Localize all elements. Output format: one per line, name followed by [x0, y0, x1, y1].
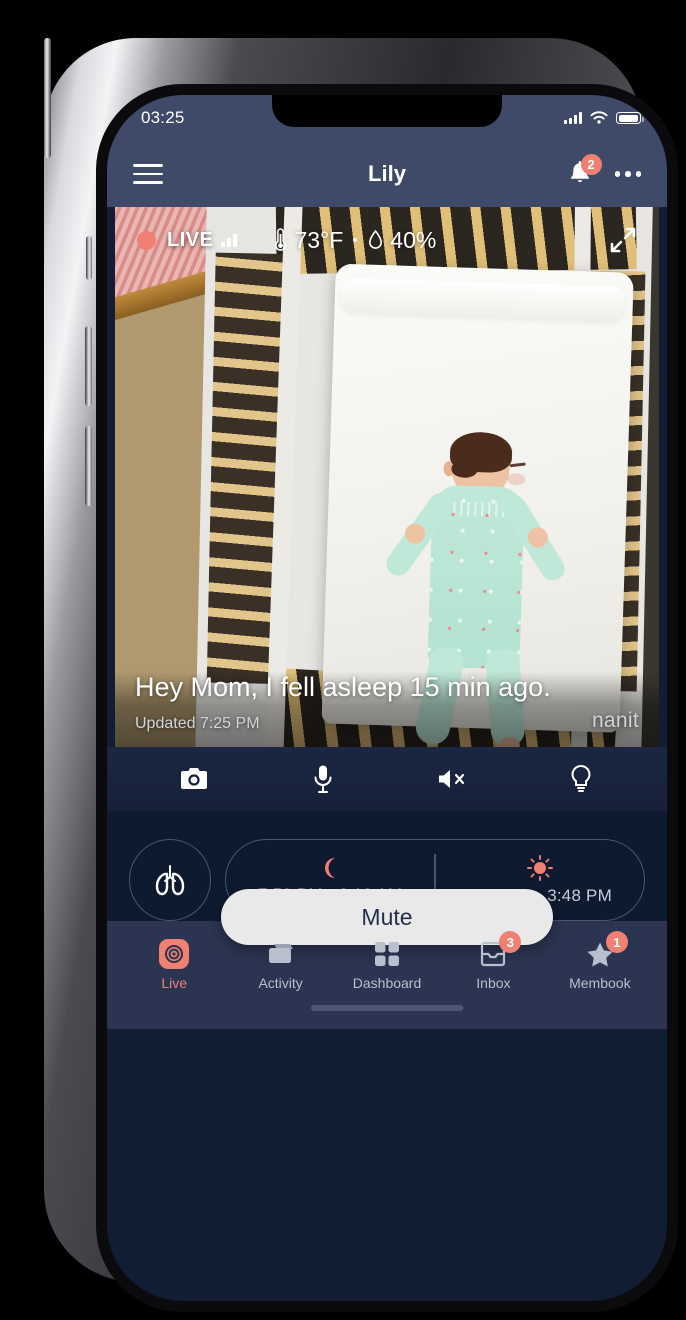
phone-screen: 03:25 Lily 2 LIVE 73°F 40% Hey Mom, I fe… [107, 95, 667, 1301]
baby-eye [509, 462, 526, 468]
cellular-signal-icon [564, 112, 582, 124]
phone-frame: 03:25 Lily 2 LIVE 73°F 40% Hey Mom, I fe… [44, 38, 678, 1312]
live-video-feed[interactable]: LIVE 73°F 40% Hey Mom, I fell asleep 15 … [115, 207, 659, 747]
live-label: LIVE [167, 228, 214, 251]
lungs-breathing-icon [155, 865, 185, 896]
crib [194, 207, 654, 747]
battery-icon [616, 112, 644, 124]
tab-activity-label: Activity [258, 975, 303, 991]
star-icon: 1 [583, 931, 628, 969]
fullscreen-expand-icon[interactable] [609, 226, 637, 254]
temperature-value: 73°F [294, 226, 344, 253]
notifications-badge: 2 [580, 154, 602, 175]
camera-snapshot-button[interactable] [171, 759, 217, 799]
night-light-button[interactable] [558, 759, 604, 799]
baby-hair [449, 431, 513, 474]
home-indicator[interactable] [107, 1003, 667, 1029]
baby-hand-right [524, 523, 552, 552]
hamburger-menu-icon[interactable] [133, 158, 163, 190]
dashboard-grid-icon [370, 939, 404, 969]
live-target-icon [157, 939, 191, 969]
crib-mattress [321, 263, 634, 747]
wifi-icon [590, 110, 608, 124]
humidity-stat: 40% [367, 227, 436, 254]
phone-mute-switch[interactable] [86, 236, 92, 280]
video-section: LIVE 73°F 40% Hey Mom, I fell asleep 15 … [107, 207, 667, 747]
phone-volume-up-button[interactable] [85, 326, 92, 406]
screenshot-root: 03:25 Lily 2 LIVE 73°F 40% Hey Mom, I fe… [0, 0, 686, 1320]
tab-membook[interactable]: 1 Membook [547, 931, 653, 991]
tab-live-label: Live [161, 975, 188, 991]
speaker-mute-button[interactable] [429, 759, 475, 799]
tab-membook-label: Membook [569, 975, 631, 991]
phone-power-button[interactable] [44, 38, 51, 158]
membook-badge: 1 [605, 931, 628, 953]
nav-bar: Lily 2 [107, 141, 667, 207]
nav-actions: 2 [567, 154, 641, 188]
live-record-dot [137, 230, 156, 250]
lightbulb-icon [571, 764, 590, 792]
brand-watermark: nanit [591, 709, 639, 732]
sun-icon [526, 855, 553, 881]
sleep-message: Hey Mom, I fell asleep 15 min ago. [135, 671, 551, 702]
microphone-button[interactable] [300, 759, 346, 799]
video-message-overlay: Hey Mom, I fell asleep 15 min ago. Updat… [115, 670, 659, 747]
status-bar-time: 03:25 [141, 108, 185, 127]
main-content: 7:58 PM - 6:12 AM 9:00 AM - 3:48 PM [107, 811, 667, 945]
video-stats-overlay: LIVE 73°F 40% [115, 207, 659, 273]
inbox-tray-icon: 3 [476, 931, 522, 969]
tab-dashboard-label: Dashboard [352, 975, 422, 991]
tab-dashboard[interactable]: Dashboard [334, 939, 440, 991]
thermometer-icon [275, 228, 287, 251]
video-controls-bar [107, 747, 667, 811]
activity-folder-icon [264, 939, 298, 969]
baby-cheek [507, 473, 526, 486]
humidity-value: 40% [390, 226, 437, 253]
status-bar-indicators [564, 110, 644, 126]
tab-inbox-label: Inbox [476, 975, 511, 991]
notifications-button[interactable]: 2 [567, 154, 602, 188]
temperature-stat: 73°F [273, 227, 343, 254]
stat-separator-dot [353, 238, 358, 242]
tab-inbox[interactable]: 3 Inbox [440, 931, 546, 991]
tab-live[interactable]: Live [121, 939, 227, 991]
humidity-droplet-icon [369, 229, 383, 249]
inbox-badge: 3 [499, 931, 522, 953]
mute-toast-label: Mute [361, 903, 413, 930]
breathing-monitor-button[interactable] [129, 839, 211, 921]
phone-volume-down-button[interactable] [85, 426, 92, 506]
moon-icon [325, 858, 336, 878]
microphone-icon [313, 765, 332, 794]
phone-notch [272, 95, 502, 127]
camera-icon [180, 768, 207, 789]
signal-strength-icon [221, 233, 238, 247]
baby-hand-left [401, 519, 430, 548]
speaker-muted-icon [438, 770, 464, 788]
more-options-icon[interactable] [614, 171, 641, 177]
updated-timestamp: Updated 7:25 PM [135, 715, 260, 732]
tab-activity[interactable]: Activity [227, 939, 333, 991]
